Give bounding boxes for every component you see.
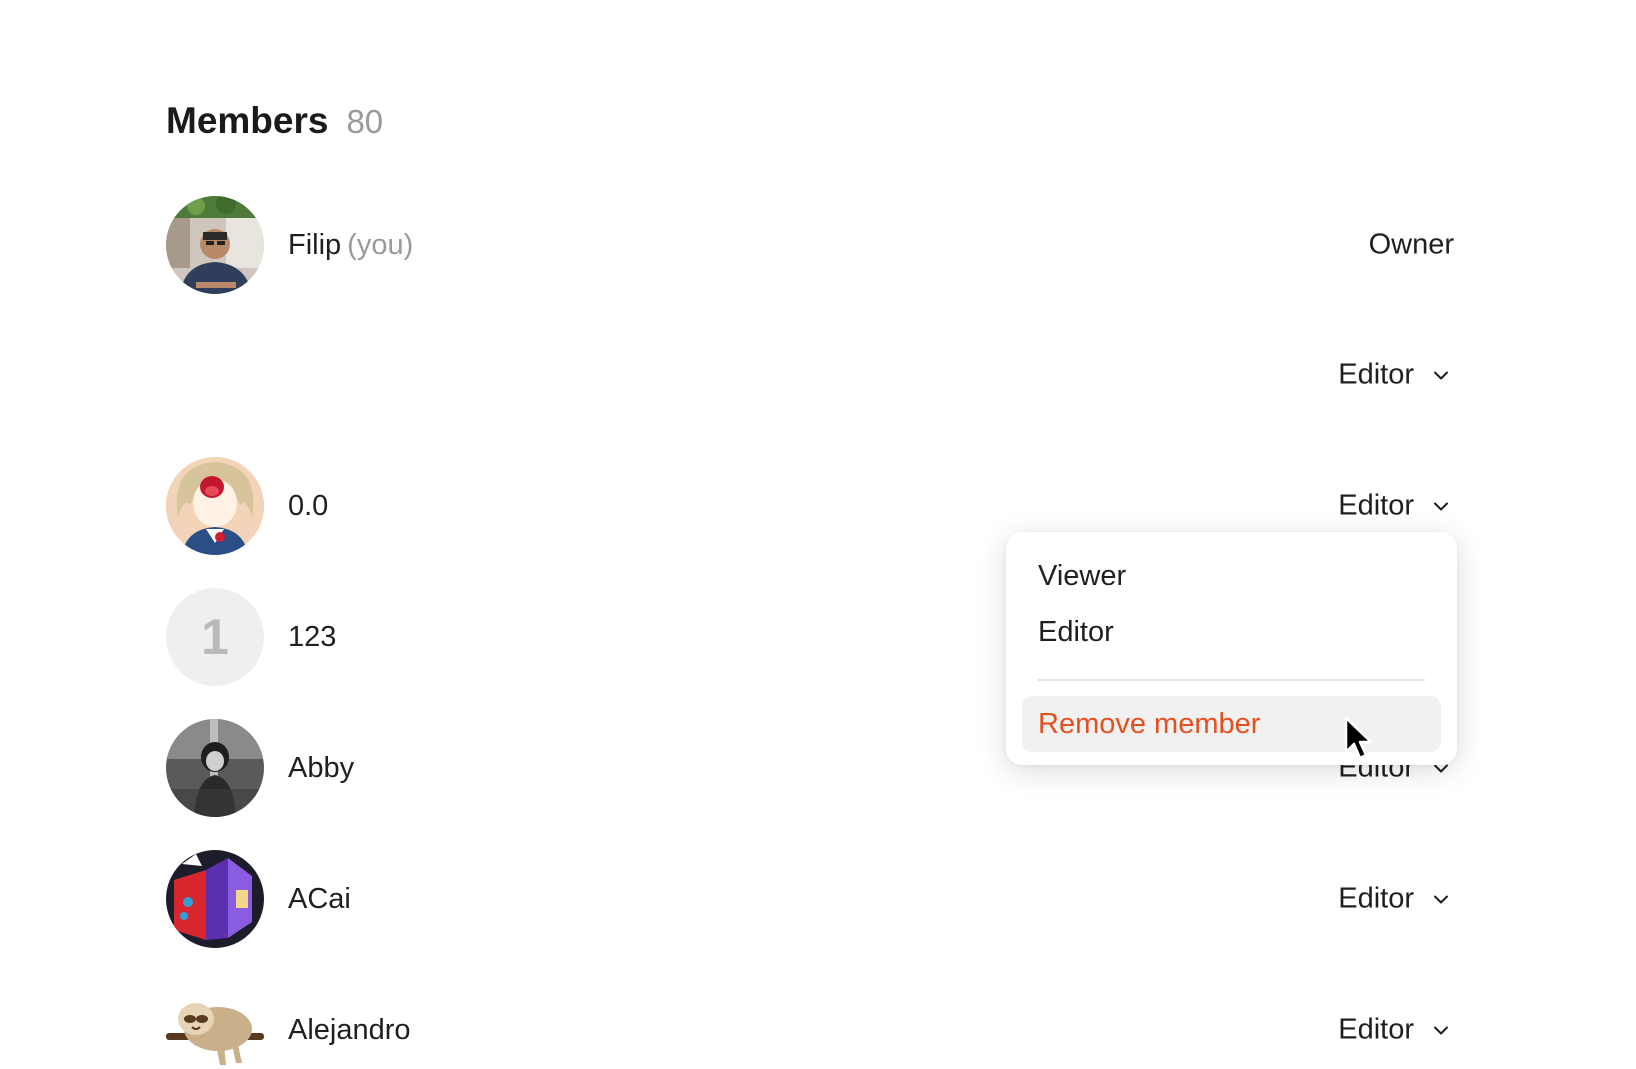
page-title: Members xyxy=(166,100,329,141)
avatar xyxy=(166,457,264,555)
role-dropdown[interactable]: Editor xyxy=(1338,1014,1454,1047)
chevron-down-icon xyxy=(1434,895,1448,903)
avatar: 1 xyxy=(166,588,264,686)
role-dropdown[interactable]: Editor xyxy=(1338,359,1454,392)
role-text: Editor xyxy=(1338,882,1414,915)
role-dropdown-menu: Viewer Editor Remove member xyxy=(1006,532,1457,765)
member-row-acai: ACai Editor xyxy=(166,850,1454,948)
role-text: Owner xyxy=(1368,228,1454,261)
mouse-pointer-icon xyxy=(1344,716,1373,760)
members-header: Members 80 xyxy=(166,100,383,142)
member-row-unnamed: Editor xyxy=(166,326,1454,424)
menu-divider xyxy=(1038,679,1425,681)
avatar xyxy=(166,719,264,817)
chevron-down-icon xyxy=(1434,502,1448,510)
member-name: Abby xyxy=(288,751,355,784)
avatar xyxy=(166,196,264,294)
role-text: Editor xyxy=(1338,1013,1414,1046)
member-name: ACai xyxy=(288,882,351,915)
member-name: 0.0 xyxy=(288,489,329,522)
menu-item-editor[interactable]: Editor xyxy=(1022,604,1441,660)
member-row-filip: Filip (you) Owner xyxy=(166,196,1454,294)
avatar xyxy=(166,850,264,948)
remove-member-button[interactable]: Remove member xyxy=(1022,696,1441,752)
member-name: Alejandro xyxy=(288,1013,411,1046)
chevron-down-icon xyxy=(1434,371,1448,379)
role-text: Editor xyxy=(1338,489,1414,522)
member-count: 80 xyxy=(346,103,384,140)
role-text: Editor xyxy=(1338,358,1414,391)
member-name: Filip xyxy=(288,228,342,261)
role-dropdown[interactable]: Editor xyxy=(1338,490,1454,523)
you-label: (you) xyxy=(347,228,414,261)
menu-item-viewer[interactable]: Viewer xyxy=(1022,548,1441,604)
avatar xyxy=(166,981,264,1069)
member-name: 123 xyxy=(288,620,337,653)
members-page: Members 80 Filip (you) Owner Editor 0.0 … xyxy=(0,0,1636,1069)
role-dropdown[interactable]: Editor xyxy=(1338,883,1454,916)
member-row-alejandro: Alejandro Editor xyxy=(166,981,1454,1069)
chevron-down-icon xyxy=(1434,1026,1448,1034)
role-label-owner: Owner xyxy=(1369,229,1454,262)
